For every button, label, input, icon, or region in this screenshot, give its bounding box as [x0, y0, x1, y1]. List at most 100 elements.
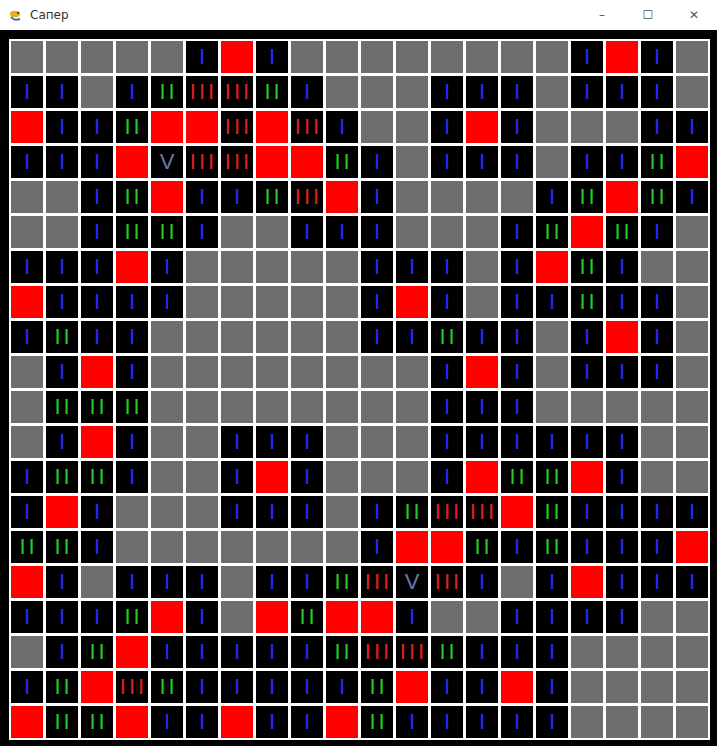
cell[interactable]: II: [326, 636, 358, 668]
cell[interactable]: [396, 356, 428, 388]
cell[interactable]: I: [606, 426, 638, 458]
cell[interactable]: [536, 146, 568, 178]
cell[interactable]: [291, 531, 323, 563]
cell[interactable]: [151, 531, 183, 563]
cell[interactable]: [606, 391, 638, 423]
cell[interactable]: [326, 356, 358, 388]
cell[interactable]: I: [291, 706, 323, 738]
cell[interactable]: I: [186, 566, 218, 598]
cell[interactable]: I: [46, 76, 78, 108]
cell[interactable]: I: [606, 496, 638, 528]
cell[interactable]: [676, 706, 708, 738]
cell[interactable]: I: [116, 461, 148, 493]
cell[interactable]: II: [361, 706, 393, 738]
cell[interactable]: I: [466, 566, 498, 598]
cell[interactable]: I: [641, 531, 673, 563]
cell[interactable]: [676, 391, 708, 423]
cell[interactable]: I: [396, 601, 428, 633]
cell[interactable]: I: [11, 461, 43, 493]
cell[interactable]: [571, 671, 603, 703]
cell[interactable]: I: [256, 41, 288, 73]
cell[interactable]: I: [396, 321, 428, 353]
cell[interactable]: [256, 531, 288, 563]
cell[interactable]: [11, 426, 43, 458]
cell[interactable]: I: [466, 391, 498, 423]
cell[interactable]: I: [361, 496, 393, 528]
cell[interactable]: I: [501, 391, 533, 423]
cell[interactable]: [46, 496, 78, 528]
cell[interactable]: I: [571, 426, 603, 458]
cell[interactable]: [536, 111, 568, 143]
cell[interactable]: I: [606, 251, 638, 283]
cell[interactable]: [676, 76, 708, 108]
cell[interactable]: [396, 391, 428, 423]
cell[interactable]: I: [571, 496, 603, 528]
cell[interactable]: I: [11, 146, 43, 178]
cell[interactable]: [431, 41, 463, 73]
cell[interactable]: II: [326, 146, 358, 178]
cell[interactable]: I: [256, 706, 288, 738]
cell[interactable]: [81, 76, 113, 108]
cell[interactable]: II: [81, 461, 113, 493]
cell[interactable]: I: [431, 146, 463, 178]
cell[interactable]: I: [11, 601, 43, 633]
cell[interactable]: I: [291, 76, 323, 108]
cell[interactable]: I: [361, 321, 393, 353]
cell[interactable]: [291, 356, 323, 388]
cell[interactable]: I: [501, 531, 533, 563]
cell[interactable]: I: [186, 671, 218, 703]
cell[interactable]: [256, 601, 288, 633]
cell[interactable]: [11, 566, 43, 598]
cell[interactable]: I: [151, 706, 183, 738]
cell[interactable]: II: [571, 181, 603, 213]
cell[interactable]: [361, 76, 393, 108]
cell[interactable]: I: [676, 496, 708, 528]
cell[interactable]: [11, 706, 43, 738]
cell[interactable]: [536, 251, 568, 283]
cell[interactable]: I: [571, 531, 603, 563]
cell[interactable]: III: [466, 496, 498, 528]
cell[interactable]: I: [606, 601, 638, 633]
cell[interactable]: I: [641, 216, 673, 248]
cell[interactable]: I: [641, 286, 673, 318]
cell[interactable]: I: [46, 286, 78, 318]
cell[interactable]: [641, 601, 673, 633]
cell[interactable]: [431, 601, 463, 633]
cell[interactable]: I: [536, 286, 568, 318]
cell[interactable]: [396, 531, 428, 563]
cell[interactable]: [326, 426, 358, 458]
cell[interactable]: V: [151, 146, 183, 178]
cell[interactable]: I: [641, 41, 673, 73]
cell[interactable]: [221, 321, 253, 353]
cell[interactable]: I: [116, 426, 148, 458]
cell[interactable]: I: [641, 566, 673, 598]
cell[interactable]: I: [291, 216, 323, 248]
cell[interactable]: [326, 601, 358, 633]
cell[interactable]: [186, 391, 218, 423]
cell[interactable]: II: [116, 601, 148, 633]
cell[interactable]: [221, 566, 253, 598]
cell[interactable]: I: [431, 426, 463, 458]
cell[interactable]: I: [501, 426, 533, 458]
cell[interactable]: II: [291, 601, 323, 633]
cell[interactable]: [606, 181, 638, 213]
cell[interactable]: [536, 356, 568, 388]
cell[interactable]: I: [431, 461, 463, 493]
cell[interactable]: I: [641, 111, 673, 143]
cell[interactable]: I: [81, 181, 113, 213]
cell[interactable]: [606, 671, 638, 703]
cell[interactable]: III: [396, 636, 428, 668]
cell[interactable]: [221, 41, 253, 73]
cell[interactable]: I: [361, 181, 393, 213]
cell[interactable]: II: [81, 391, 113, 423]
cell[interactable]: III: [116, 671, 148, 703]
cell[interactable]: [291, 321, 323, 353]
cell[interactable]: V: [396, 566, 428, 598]
cell[interactable]: [116, 41, 148, 73]
cell[interactable]: II: [536, 531, 568, 563]
cell[interactable]: [641, 706, 673, 738]
cell[interactable]: I: [396, 706, 428, 738]
cell[interactable]: I: [361, 146, 393, 178]
cell[interactable]: [326, 706, 358, 738]
cell[interactable]: I: [221, 636, 253, 668]
